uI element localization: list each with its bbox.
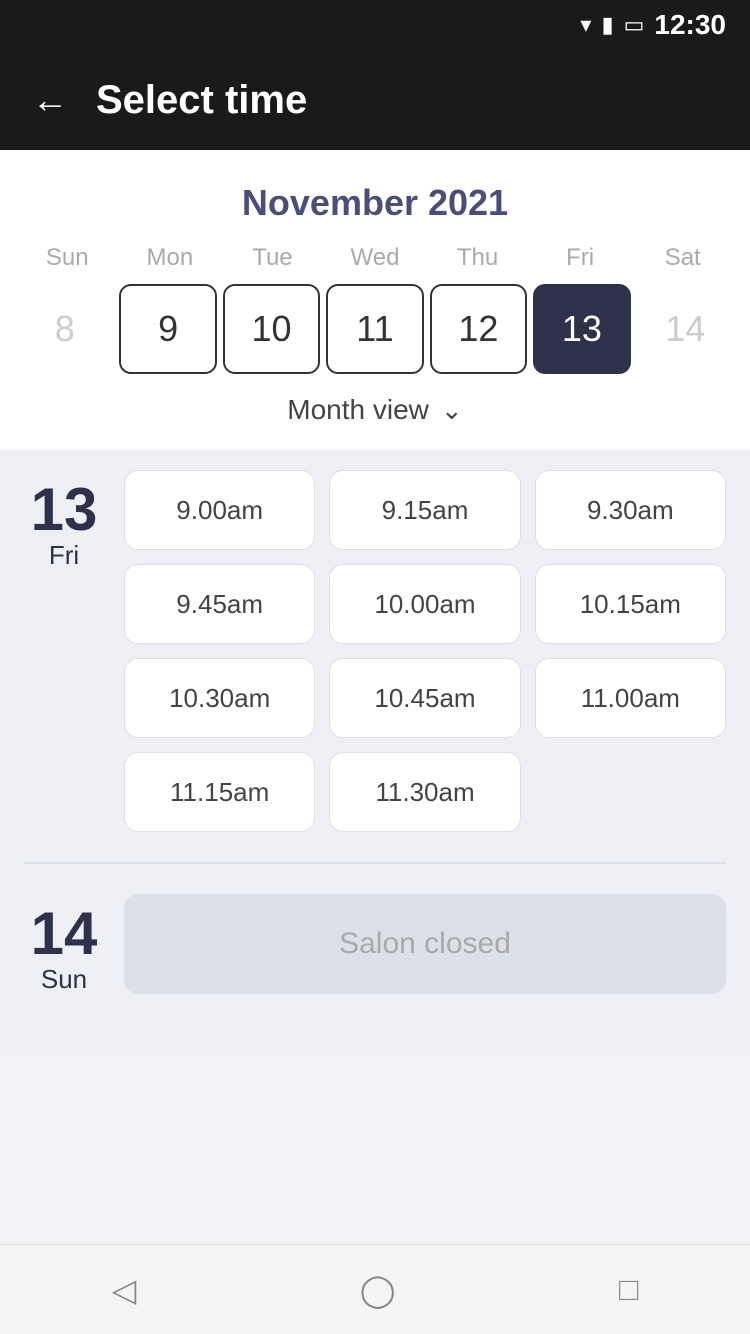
month-view-label: Month view — [287, 394, 429, 426]
status-bar: ▾ ▮ ▭ 12:30 — [0, 0, 750, 50]
day-header-thu: Thu — [426, 244, 529, 272]
time-slot-915[interactable]: 9.15am — [329, 470, 520, 550]
day-headers: Sun Mon Tue Wed Thu Fri Sat — [16, 244, 734, 272]
date-cell-10[interactable]: 10 — [223, 284, 320, 374]
time-slot-1130[interactable]: 11.30am — [329, 752, 520, 832]
time-slot-1030[interactable]: 10.30am — [124, 658, 315, 738]
day-label-14: 14 Sun — [24, 894, 104, 995]
time-slot-1045[interactable]: 10.45am — [329, 658, 520, 738]
page-header: ← Select time — [0, 50, 750, 150]
date-cell-11[interactable]: 11 — [326, 284, 423, 374]
date-cell-8[interactable]: 8 — [16, 284, 113, 374]
back-nav-button[interactable]: ◁ — [82, 1261, 167, 1319]
date-cell-9[interactable]: 9 — [119, 284, 216, 374]
salon-closed-label: Salon closed — [124, 894, 726, 994]
back-button[interactable]: ← — [32, 79, 68, 121]
bottom-nav: ◁ ◯ □ — [0, 1244, 750, 1334]
day-header-wed: Wed — [324, 244, 427, 272]
time-slot-1015[interactable]: 10.15am — [535, 564, 726, 644]
time-slot-945[interactable]: 9.45am — [124, 564, 315, 644]
day-header-tue: Tue — [221, 244, 324, 272]
time-section: 13 Fri 9.00am 9.15am 9.30am 9.45am 10.00… — [0, 450, 750, 1055]
date-cell-13[interactable]: 13 — [533, 284, 630, 374]
status-icons: ▾ ▮ ▭ 12:30 — [580, 9, 726, 41]
day-block-13: 13 Fri 9.00am 9.15am 9.30am 9.45am 10.00… — [24, 470, 726, 832]
time-slot-1000[interactable]: 10.00am — [329, 564, 520, 644]
page-title: Select time — [96, 78, 307, 123]
wifi-icon: ▾ — [580, 12, 591, 38]
signal-icon: ▮ — [601, 12, 613, 38]
battery-icon: ▭ — [624, 12, 645, 38]
date-row: 8 9 10 11 12 13 14 — [16, 284, 734, 374]
day-header-sun: Sun — [16, 244, 119, 272]
date-cell-12[interactable]: 12 — [430, 284, 527, 374]
day-number-14: 14 — [31, 904, 98, 964]
time-grid-13: 9.00am 9.15am 9.30am 9.45am 10.00am 10.1… — [124, 470, 726, 832]
day-header-fri: Fri — [529, 244, 632, 272]
time-slot-900[interactable]: 9.00am — [124, 470, 315, 550]
month-view-toggle[interactable]: Month view ⌄ — [16, 374, 734, 450]
chevron-down-icon: ⌄ — [441, 395, 463, 426]
date-cell-14[interactable]: 14 — [637, 284, 734, 374]
recent-nav-button[interactable]: □ — [589, 1261, 668, 1318]
day-number-13: 13 — [31, 480, 98, 540]
status-time: 12:30 — [654, 9, 726, 41]
day-name-14: Sun — [41, 964, 87, 995]
day-header-sat: Sat — [631, 244, 734, 272]
day-name-13: Fri — [49, 540, 79, 571]
calendar-section: November 2021 Sun Mon Tue Wed Thu Fri Sa… — [0, 150, 750, 450]
day-label-13: 13 Fri — [24, 470, 104, 832]
day-block-14: 14 Sun Salon closed — [24, 894, 726, 1025]
day-header-mon: Mon — [119, 244, 222, 272]
time-slot-1100[interactable]: 11.00am — [535, 658, 726, 738]
time-slot-930[interactable]: 9.30am — [535, 470, 726, 550]
home-nav-button[interactable]: ◯ — [330, 1261, 426, 1319]
time-slot-1115[interactable]: 11.15am — [124, 752, 315, 832]
month-year: November 2021 — [16, 182, 734, 224]
section-divider — [24, 862, 726, 864]
